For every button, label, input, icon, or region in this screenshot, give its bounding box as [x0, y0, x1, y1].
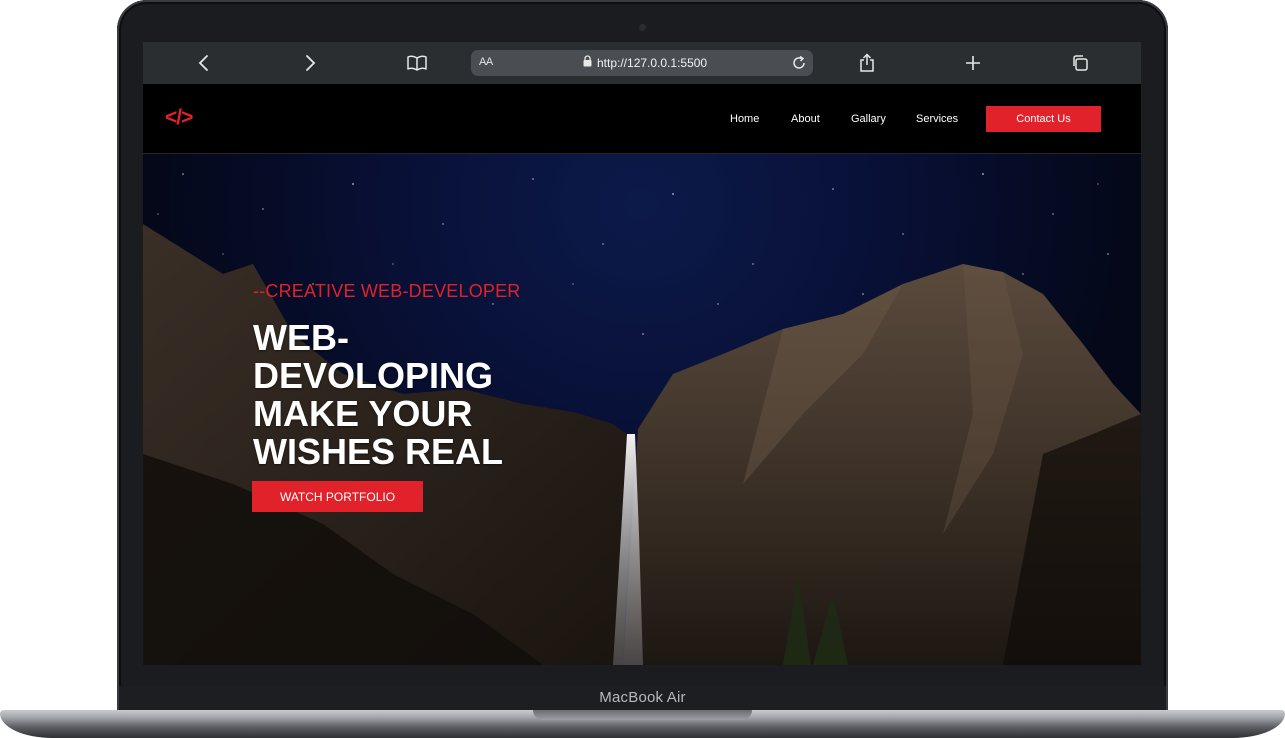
- headline-line: WEB-: [253, 317, 349, 358]
- hero-section: --CREATIVE WEB-DEVELOPER WEB- DEVOLOPING…: [143, 154, 1141, 665]
- camera-icon: [639, 24, 646, 31]
- headline-line: WISHES REAL: [253, 431, 504, 472]
- book-icon[interactable]: [404, 50, 430, 76]
- headline-line: MAKE YOUR: [253, 393, 473, 434]
- hero-headline: WEB- DEVOLOPING MAKE YOUR WISHES REAL: [253, 319, 583, 471]
- chevron-right-icon[interactable]: [297, 50, 323, 76]
- nav-gallary[interactable]: Gallary: [851, 113, 886, 125]
- laptop-notch: [533, 710, 752, 720]
- watch-portfolio-button[interactable]: WATCH PORTFOLIO: [252, 481, 423, 512]
- share-icon[interactable]: [854, 50, 880, 76]
- site-header: </> Home About Gallary Services Contact …: [143, 84, 1141, 154]
- device-label: MacBook Air: [599, 689, 686, 706]
- reload-icon[interactable]: [791, 55, 807, 76]
- hero-tagline: --CREATIVE WEB-DEVELOPER: [253, 281, 521, 301]
- headline-line: DEVOLOPING: [253, 355, 494, 396]
- contact-us-button[interactable]: Contact Us: [986, 106, 1101, 132]
- browser-toolbar: AA http://127.0.0.1:5500: [143, 42, 1141, 84]
- address-bar[interactable]: AA http://127.0.0.1:5500: [471, 50, 813, 76]
- lock-icon: [583, 54, 592, 72]
- url-text: http://127.0.0.1:5500: [597, 56, 708, 70]
- chevron-left-icon[interactable]: [191, 50, 217, 76]
- reader-button[interactable]: AA: [479, 56, 493, 68]
- nav-services[interactable]: Services: [916, 113, 958, 125]
- tabs-icon[interactable]: [1067, 50, 1093, 76]
- nav-about[interactable]: About: [791, 113, 820, 125]
- nav-home[interactable]: Home: [730, 113, 759, 125]
- screen: AA http://127.0.0.1:5500 </> Home About …: [143, 42, 1141, 665]
- plus-icon[interactable]: [960, 50, 986, 76]
- code-logo-icon[interactable]: </>: [165, 106, 193, 130]
